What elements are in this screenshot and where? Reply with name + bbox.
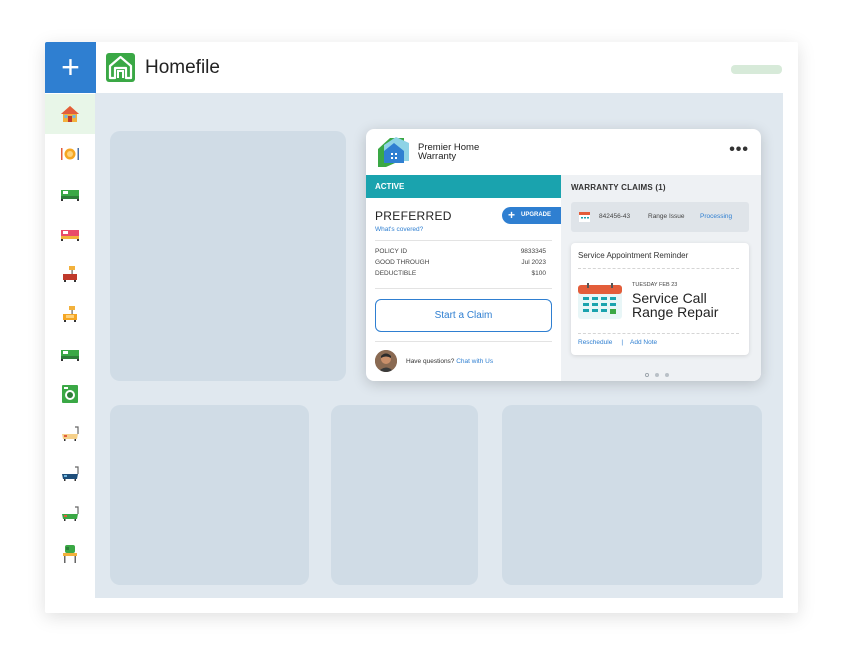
appointment-description: Service Call Range Repair bbox=[632, 291, 718, 319]
sidebar-item-bed-2[interactable] bbox=[45, 214, 95, 254]
divider bbox=[375, 288, 552, 289]
claim-row[interactable]: 842456-43 Range Issue Processing bbox=[571, 202, 749, 232]
help-text: Have questions? Chat with Us bbox=[406, 358, 493, 365]
divider bbox=[578, 268, 739, 269]
appointment-reminder: Service Appointment Reminder TUESDAY FEB… bbox=[571, 243, 749, 355]
lamp-icon bbox=[63, 306, 77, 322]
warranty-provider-logo bbox=[378, 137, 409, 167]
divider bbox=[375, 341, 552, 342]
washer-icon bbox=[62, 385, 78, 403]
top-bar: + Homefile bbox=[45, 42, 798, 93]
policy-id-value: 9833345 bbox=[520, 248, 546, 255]
sidebar-item-house[interactable] bbox=[45, 94, 95, 134]
policy-id-label: POLICY ID bbox=[375, 248, 408, 255]
whats-covered-link[interactable]: What's covered? bbox=[375, 226, 423, 233]
bathtub-icon bbox=[62, 506, 79, 521]
sidebar-item-bed-3[interactable] bbox=[45, 334, 95, 374]
upgrade-label: UPGRADE bbox=[521, 212, 552, 218]
dining-icon bbox=[61, 148, 79, 160]
appointment-date: TUESDAY FEB 23 bbox=[632, 282, 678, 288]
bathtub-icon bbox=[62, 426, 79, 441]
reminder-title: Service Appointment Reminder bbox=[578, 251, 689, 260]
calendar-icon bbox=[578, 283, 622, 319]
deductible-value: $100 bbox=[531, 270, 546, 277]
warranty-card: Premier Home Warranty ••• ACTIVE PREFERR… bbox=[366, 129, 761, 381]
pager-dot[interactable] bbox=[655, 373, 659, 377]
deductible-label: DEDUCTIBLE bbox=[375, 270, 417, 277]
pager-dot[interactable] bbox=[645, 373, 649, 377]
policy-panel: ACTIVE PREFERRED What's covered? + UPGRA… bbox=[366, 175, 564, 381]
bed-icon bbox=[61, 230, 79, 241]
appointment-line1: Service Call bbox=[632, 290, 707, 306]
claim-status: Processing bbox=[700, 213, 733, 220]
add-note-link[interactable]: Add Note bbox=[630, 339, 657, 346]
policy-id-row: POLICY ID 9833345 bbox=[375, 248, 546, 255]
plan-name: PREFERRED bbox=[375, 209, 452, 223]
divider bbox=[578, 333, 739, 334]
bathtub-icon bbox=[62, 466, 79, 481]
bed-icon bbox=[61, 350, 79, 361]
sidebar-item-bath-3[interactable] bbox=[45, 494, 95, 534]
claims-title: WARRANTY CLAIMS (1) bbox=[571, 183, 666, 192]
sidebar-item-outdoor[interactable] bbox=[45, 534, 95, 574]
deductible-row: DEDUCTIBLE $100 bbox=[375, 270, 546, 277]
sidebar-item-bed-1[interactable] bbox=[45, 174, 95, 214]
separator: | bbox=[621, 339, 624, 346]
warranty-card-header: Premier Home Warranty ••• bbox=[366, 129, 761, 175]
claims-panel: WARRANTY CLAIMS (1) 842456-43 Range Issu… bbox=[561, 175, 761, 381]
reschedule-link[interactable]: Reschedule bbox=[578, 339, 612, 346]
sidebar-item-lamp-1[interactable] bbox=[45, 254, 95, 294]
more-options-menu[interactable]: ••• bbox=[729, 141, 749, 159]
bed-icon bbox=[61, 190, 79, 201]
divider bbox=[375, 240, 552, 241]
good-through-label: GOOD THROUGH bbox=[375, 259, 430, 266]
sidebar-item-laundry[interactable] bbox=[45, 374, 95, 414]
sidebar-item-dining[interactable] bbox=[45, 134, 95, 174]
provider-name-line2: Warranty bbox=[418, 151, 457, 162]
sidebar-item-lamp-2[interactable] bbox=[45, 294, 95, 334]
pager-dot[interactable] bbox=[665, 373, 669, 377]
lamp-icon bbox=[63, 266, 77, 282]
calendar-icon bbox=[579, 212, 590, 222]
chat-with-us-link[interactable]: Chat with Us bbox=[456, 358, 493, 365]
reminder-actions: Reschedule | Add Note bbox=[578, 339, 657, 346]
claim-issue: Range Issue bbox=[648, 213, 685, 220]
placeholder-card bbox=[110, 405, 309, 585]
placeholder-card bbox=[502, 405, 762, 585]
topbar-placeholder bbox=[731, 65, 782, 74]
brand-name: Homefile bbox=[145, 57, 220, 78]
add-button[interactable]: + bbox=[45, 42, 96, 93]
good-through-value: Jul 2023 bbox=[521, 259, 546, 266]
sidebar-item-bath-1[interactable] bbox=[45, 414, 95, 454]
good-through-row: GOOD THROUGH Jul 2023 bbox=[375, 259, 546, 266]
house-icon bbox=[61, 106, 79, 122]
lawn-icon bbox=[63, 545, 77, 563]
sidebar bbox=[45, 93, 95, 613]
help-question: Have questions? bbox=[406, 358, 455, 365]
claim-id: 842456-43 bbox=[599, 213, 631, 220]
carousel-pager bbox=[645, 364, 675, 381]
placeholder-card bbox=[331, 405, 478, 585]
avatar bbox=[375, 350, 397, 372]
placeholder-card bbox=[110, 131, 346, 381]
appointment-line2: Range Repair bbox=[632, 304, 719, 320]
plus-icon: + bbox=[508, 208, 516, 222]
warranty-provider-name: Premier Home Warranty bbox=[418, 143, 479, 162]
status-badge: ACTIVE bbox=[366, 175, 561, 198]
start-claim-button[interactable]: Start a Claim bbox=[375, 299, 552, 332]
sidebar-item-bath-2[interactable] bbox=[45, 454, 95, 494]
upgrade-button[interactable]: + UPGRADE bbox=[502, 207, 564, 224]
homefile-logo bbox=[106, 53, 135, 82]
